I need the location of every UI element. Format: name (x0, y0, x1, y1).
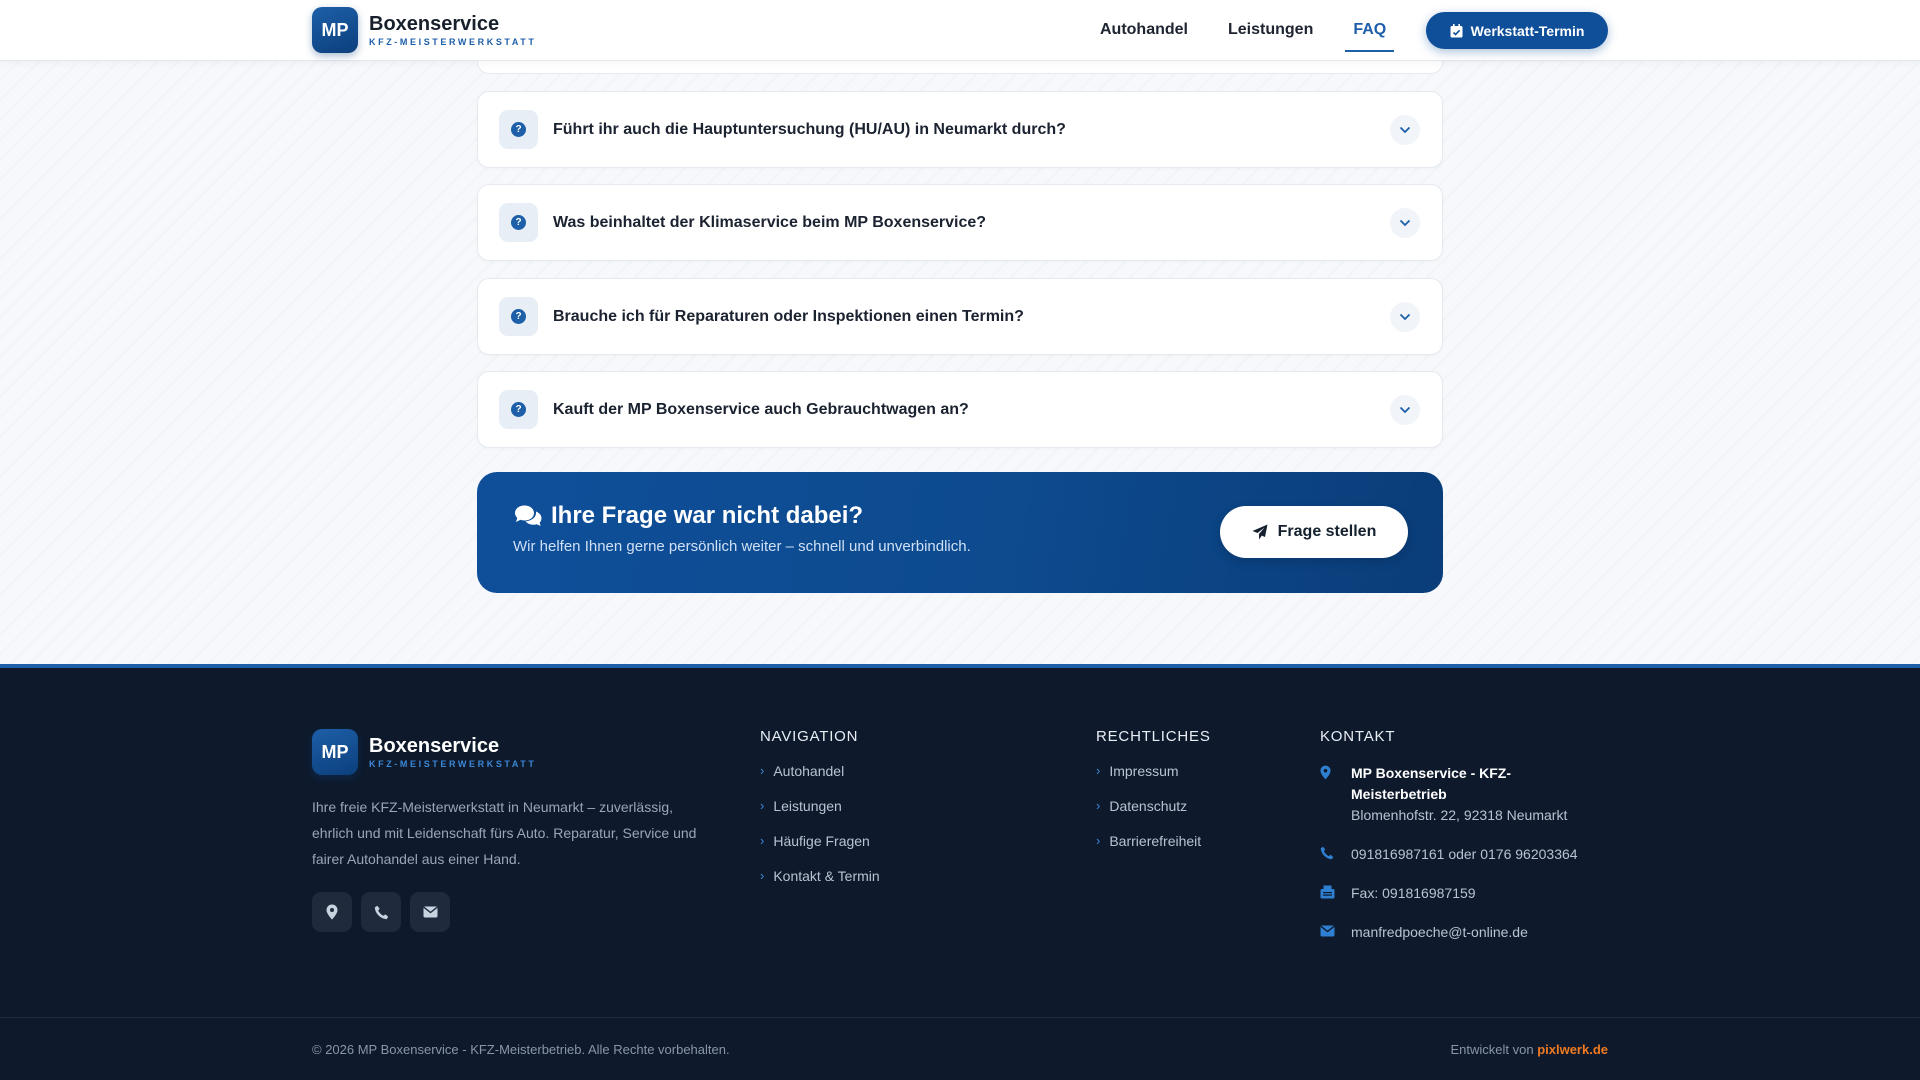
faq-question: Brauche ich für Reparaturen oder Inspekt… (553, 307, 1024, 325)
footer-contact: KONTAKT MP Boxenservice - KFZ-Meisterbet… (1320, 728, 1620, 961)
chevron-down-icon[interactable] (1390, 114, 1420, 145)
chevron-right-icon: › (760, 798, 765, 813)
faq-question: Führt ihr auch die Hauptuntersuchung (HU… (553, 120, 1066, 138)
banner-subtitle: Wir helfen Ihnen gerne persönlich weiter… (513, 538, 971, 555)
frage-stellen-label: Frage stellen (1277, 523, 1377, 540)
contact-email[interactable]: manfredpoeche@t-online.de (1320, 922, 1620, 943)
werkstatt-termin-button[interactable]: Werkstatt-Termin (1426, 12, 1608, 49)
site-header: MP Boxenservice KFZ-MEISTERWERKSTATT Aut… (0, 0, 1920, 61)
question-circle-icon: ? (499, 390, 538, 429)
footer-divider (0, 1017, 1920, 1018)
faq-question: Was beinhaltet der Klimaservice beim MP … (553, 213, 987, 231)
footer-nav-link[interactable]: › Autohandel (760, 763, 880, 798)
footer-navigation-heading: NAVIGATION (760, 728, 859, 745)
chevron-down-icon[interactable] (1390, 207, 1420, 238)
footer-legal-link[interactable]: › Datenschutz (1096, 798, 1211, 833)
footer-legal-link[interactable]: › Barrierefreiheit (1096, 833, 1211, 868)
question-circle-icon: ? (499, 297, 538, 336)
contact-phone[interactable]: 091816987161 oder 0176 96203364 (1320, 844, 1620, 865)
developer-prefix: Entwickelt von (1450, 1042, 1534, 1057)
chevron-down-icon[interactable] (1390, 301, 1420, 332)
footer-legal-heading: RECHTLICHES (1096, 728, 1211, 745)
calendar-check-icon (1450, 23, 1463, 37)
frage-stellen-button[interactable]: Frage stellen (1220, 506, 1408, 558)
paper-plane-icon (1252, 524, 1268, 540)
main-nav: Autohandel Leistungen FAQ (1100, 0, 1426, 60)
developer-credit: Entwickelt von pixlwerk.de (1450, 1042, 1608, 1057)
copyright-text: © 2026 MP Boxenservice - KFZ-Meisterbetr… (312, 1042, 730, 1057)
chevron-right-icon: › (1096, 833, 1101, 848)
footer-description: Ihre freie KFZ-Meisterwerkstatt in Neuma… (312, 799, 697, 867)
nav-link-faq[interactable]: FAQ (1345, 0, 1395, 60)
logo-mark: MP (312, 7, 358, 53)
brand-subtitle: KFZ-MEISTERWERKSTATT (369, 37, 537, 47)
banner-title: Ihre Frage war nicht dabei? (551, 502, 864, 529)
contact-company: MP Boxenservice - KFZ-Meisterbetrieb (1351, 765, 1512, 802)
footer-navigation: NAVIGATION › Autohandel › Leistungen › Häuf… (760, 728, 880, 903)
question-circle-icon: ? (499, 203, 538, 242)
footer-nav-link[interactable]: › Kontakt & Termin (760, 868, 880, 903)
chevron-right-icon: › (1096, 798, 1101, 813)
envelope-icon (1320, 925, 1335, 937)
site-footer: MP Boxenservice KFZ-MEISTERWERKSTATT Ihr… (0, 664, 1920, 1080)
map-pin-icon[interactable] (312, 892, 352, 932)
chevron-down-icon[interactable] (1390, 394, 1420, 425)
question-circle-icon: ? (499, 110, 538, 149)
chevron-right-icon: › (760, 763, 765, 778)
footer-brand-subtitle: KFZ-MEISTERWERKSTATT (369, 759, 537, 769)
faq-item[interactable]: ? Kauft der MP Boxenservice auch Gebrauc… (477, 371, 1443, 448)
nav-link-leistungen[interactable]: Leistungen (1228, 0, 1313, 60)
footer-social-links (312, 892, 459, 932)
comments-icon (515, 505, 542, 526)
contact-address-text: Blomenhofstr. 22, 92318 Neumarkt (1351, 807, 1568, 823)
faq-item[interactable]: ? Führt ihr auch die Hauptuntersuchung (… (477, 91, 1443, 168)
fax-icon (1320, 885, 1335, 899)
footer-legal: RECHTLICHES › Impressum › Datenschutz › Bar… (1096, 728, 1211, 868)
faq-item[interactable]: ? Was beinhaltet der Klimaservice beim M… (477, 184, 1443, 261)
developer-link[interactable]: pixlwerk.de (1537, 1042, 1608, 1057)
contact-address: MP Boxenservice - KFZ-Meisterbetrieb Blom… (1320, 763, 1620, 826)
footer-brand-title: Boxenservice (369, 735, 500, 757)
map-pin-icon (1320, 765, 1331, 780)
chevron-right-icon: › (1096, 763, 1101, 778)
chevron-right-icon: › (760, 868, 765, 883)
footer-nav-link[interactable]: › Leistungen (760, 798, 880, 833)
nav-link-autohandel[interactable]: Autohandel (1100, 0, 1188, 60)
brand-title: Boxenservice (369, 13, 500, 35)
question-banner: Ihre Frage war nicht dabei? Wir helfen I… (477, 472, 1443, 593)
faq-item[interactable]: ? Brauche ich für Reparaturen oder Inspe… (477, 278, 1443, 355)
chevron-right-icon: › (760, 833, 765, 848)
brand-logo[interactable]: MP Boxenservice KFZ-MEISTERWERKSTATT (312, 7, 537, 53)
faq-question: Kauft der MP Boxenservice auch Gebraucht… (553, 400, 969, 418)
contact-fax: Fax: 091816987159 (1320, 883, 1620, 904)
footer-brand-logo[interactable]: MP Boxenservice KFZ-MEISTERWERKSTATT (312, 729, 537, 775)
footer-nav-link[interactable]: › Häufige Fragen (760, 833, 880, 868)
envelope-icon[interactable] (410, 892, 450, 932)
phone-icon (1320, 846, 1334, 860)
werkstatt-termin-label: Werkstatt-Termin (1470, 22, 1585, 39)
footer-contact-heading: KONTAKT (1320, 728, 1396, 745)
footer-legal-link[interactable]: › Impressum (1096, 763, 1211, 798)
footer-logo-mark: MP (312, 729, 358, 775)
phone-icon[interactable] (361, 892, 401, 932)
